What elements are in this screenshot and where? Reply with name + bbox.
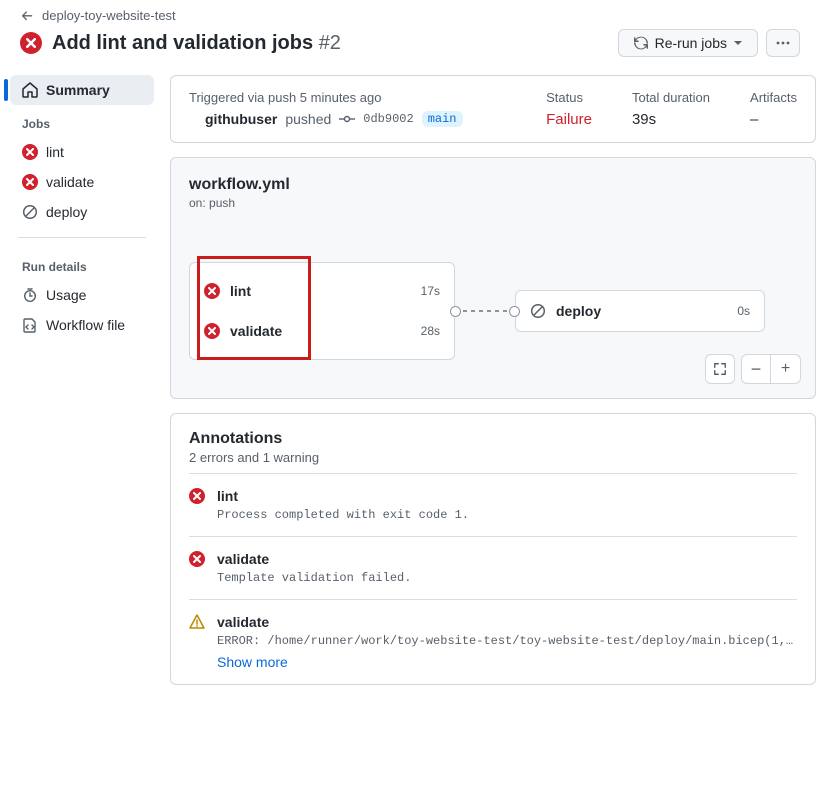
- more-actions-button[interactable]: [766, 29, 800, 57]
- file-code-icon: [22, 317, 38, 333]
- graph-connector: [455, 310, 515, 312]
- annotation-item[interactable]: validate Template validation failed.: [189, 536, 797, 599]
- graph-node-group-1: lint 17s validate 28s: [189, 262, 455, 360]
- sidebar-divider: [18, 237, 146, 238]
- annotations-card: Annotations 2 errors and 1 warning lint …: [170, 413, 816, 685]
- sidebar-job-validate[interactable]: validate: [10, 167, 154, 197]
- pushed-word: pushed: [285, 111, 331, 127]
- annotation-name: validate: [217, 551, 411, 567]
- x-circle-icon: [20, 32, 42, 54]
- page-title: Add lint and validation jobs #2: [52, 32, 341, 55]
- status-label: Status: [546, 90, 592, 105]
- skip-icon: [530, 303, 546, 319]
- skip-icon: [22, 204, 38, 220]
- actor-link[interactable]: githubuser: [205, 111, 277, 127]
- duration-label: Total duration: [632, 90, 710, 105]
- workflow-trigger: on: push: [189, 196, 797, 210]
- duration-value: 39s: [632, 111, 710, 128]
- annotation-item[interactable]: validate ERROR: /home/runner/work/toy-we…: [189, 599, 797, 684]
- show-more-link[interactable]: Show more: [217, 654, 797, 670]
- warning-icon: [189, 614, 205, 630]
- run-number: #2: [319, 32, 341, 54]
- annotation-name: validate: [217, 614, 797, 630]
- graph-node-lint[interactable]: lint 17s: [190, 271, 454, 311]
- graph-node-validate[interactable]: validate 28s: [190, 311, 454, 351]
- annotation-message: ERROR: /home/runner/work/toy-website-tes…: [217, 634, 797, 648]
- sidebar: Summary Jobs lint validate deploy Run de…: [10, 75, 158, 685]
- x-circle-icon: [22, 144, 38, 160]
- annotations-summary: 2 errors and 1 warning: [189, 450, 797, 465]
- stopwatch-icon: [22, 287, 38, 303]
- run-info-card: Triggered via push 5 minutes ago githubu…: [170, 75, 816, 143]
- breadcrumb[interactable]: deploy-toy-website-test: [0, 0, 820, 23]
- sidebar-run-details-heading: Run details: [10, 248, 154, 280]
- sidebar-job-lint[interactable]: lint: [10, 137, 154, 167]
- plus-icon: +: [781, 361, 790, 377]
- graph-node-group-2: deploy 0s: [515, 290, 765, 332]
- sidebar-workflow-file[interactable]: Workflow file: [10, 310, 154, 340]
- zoom-out-button[interactable]: −: [741, 354, 771, 384]
- sidebar-jobs-heading: Jobs: [10, 105, 154, 137]
- breadcrumb-repo[interactable]: deploy-toy-website-test: [42, 8, 176, 23]
- sidebar-summary[interactable]: Summary: [10, 75, 154, 105]
- sidebar-job-deploy[interactable]: deploy: [10, 197, 154, 227]
- workflow-card: workflow.yml on: push lint 17s: [170, 157, 816, 399]
- annotation-item[interactable]: lint Process completed with exit code 1.: [189, 473, 797, 536]
- status-value: Failure: [546, 111, 592, 128]
- commit-sha[interactable]: 0db9002: [363, 112, 413, 126]
- zoom-in-button[interactable]: +: [771, 354, 801, 384]
- graph-node-deploy[interactable]: deploy 0s: [516, 291, 764, 331]
- x-circle-icon: [204, 283, 220, 299]
- workflow-graph[interactable]: lint 17s validate 28s: [189, 262, 797, 360]
- x-circle-icon: [204, 323, 220, 339]
- rerun-jobs-button[interactable]: Re-run jobs: [618, 29, 758, 57]
- x-circle-icon: [189, 551, 205, 567]
- annotation-message: Process completed with exit code 1.: [217, 508, 469, 522]
- minus-icon: −: [751, 360, 762, 378]
- x-circle-icon: [22, 174, 38, 190]
- sidebar-usage[interactable]: Usage: [10, 280, 154, 310]
- x-circle-icon: [189, 488, 205, 504]
- caret-down-icon: [733, 38, 743, 48]
- home-icon: [22, 82, 38, 98]
- branch-chip[interactable]: main: [422, 111, 463, 127]
- annotation-message: Template validation failed.: [217, 571, 411, 585]
- artifacts-value: –: [750, 111, 797, 128]
- expand-icon: [713, 362, 727, 376]
- sync-icon: [633, 35, 649, 51]
- trigger-text: Triggered via push 5 minutes ago: [189, 90, 506, 105]
- annotation-name: lint: [217, 488, 469, 504]
- commit-icon: [339, 111, 355, 127]
- artifacts-label: Artifacts: [750, 90, 797, 105]
- fullscreen-button[interactable]: [705, 354, 735, 384]
- arrow-left-icon: [20, 9, 34, 23]
- kebab-icon: [775, 35, 791, 51]
- annotations-title: Annotations: [189, 430, 797, 448]
- workflow-title[interactable]: workflow.yml: [189, 176, 797, 194]
